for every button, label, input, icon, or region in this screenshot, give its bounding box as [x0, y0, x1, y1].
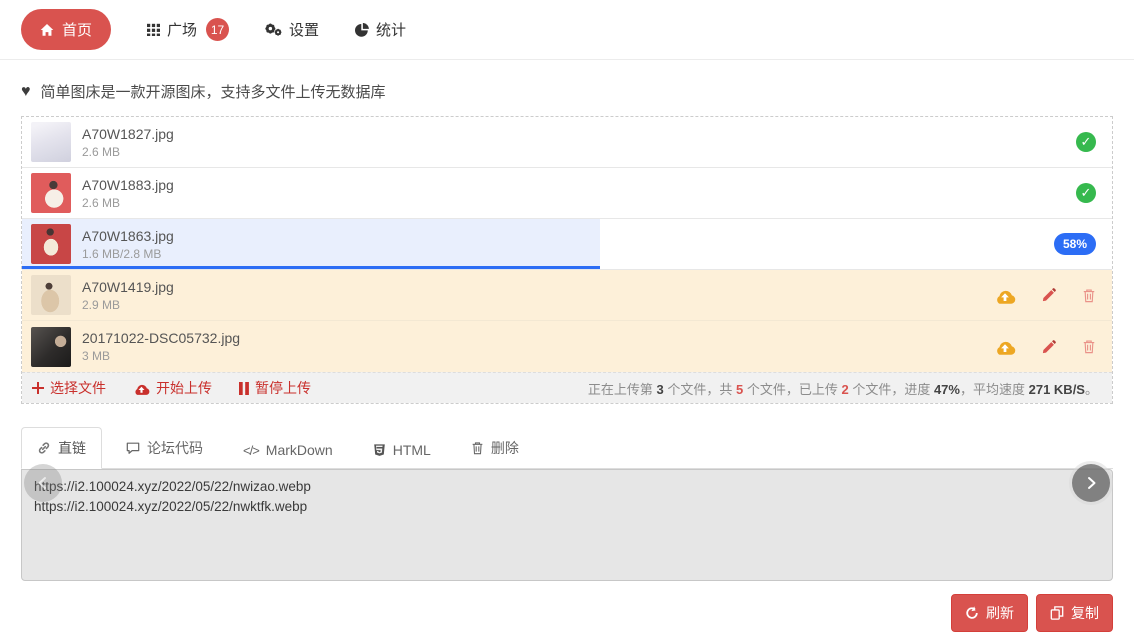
file-size: 2.6 MB: [82, 195, 121, 210]
file-row: A70W1827.jpg 2.6 MB ✓: [22, 117, 1112, 168]
copy-button[interactable]: 复制: [1036, 594, 1113, 632]
tab-forum-code-label: 论坛代码: [147, 440, 203, 456]
upload-panel: A70W1827.jpg 2.6 MB ✓ A70W1883.jpg 2.6 M…: [21, 116, 1113, 404]
nav-home-label: 首页: [62, 22, 93, 39]
file-name: A70W1863.jpg: [82, 227, 174, 244]
pick-files-button[interactable]: 选择文件: [32, 378, 106, 398]
uploader-toolbar: 选择文件 开始上传 暂停上传 正在上传第 3 个文件，共 5 个文件，已上传 2…: [22, 372, 1112, 403]
upload-file-button[interactable]: [994, 338, 1016, 355]
cloud-upload-icon: [994, 338, 1016, 355]
file-size: 1.6 MB/2.8 MB: [82, 246, 162, 261]
pause-icon: [239, 381, 249, 395]
gears-icon: [265, 22, 282, 37]
refresh-button[interactable]: 刷新: [951, 594, 1028, 632]
tab-delete[interactable]: 删除: [455, 427, 535, 469]
uploaded-files-number: 2: [841, 381, 849, 397]
overall-progress: 47%: [933, 381, 960, 397]
output-tabs: 直链 论坛代码 </> MarkDown HTML 删除: [21, 427, 1113, 469]
file-size: 2.6 MB: [82, 144, 121, 159]
pause-upload-label: 暂停上传: [255, 380, 311, 396]
file-thumbnail: [31, 275, 71, 315]
trash-icon: [471, 441, 484, 455]
file-size: 2.9 MB: [82, 297, 121, 312]
plaza-count-badge: 17: [206, 18, 230, 41]
home-icon: [40, 23, 54, 37]
file-thumbnail: [31, 224, 71, 264]
nav-item-stats[interactable]: 统计: [355, 19, 406, 40]
file-thumbnail: [31, 173, 71, 213]
progress-badge: 58%: [1053, 233, 1096, 255]
delete-file-button[interactable]: [1082, 339, 1096, 354]
tab-forum-code[interactable]: 论坛代码: [110, 427, 219, 469]
tab-direct-link-label: 直链: [58, 440, 86, 456]
file-name: A70W1419.jpg: [82, 278, 174, 295]
copy-icon: [1050, 606, 1064, 620]
pencil-icon: [1042, 288, 1056, 302]
tagline-text: 简单图床是一款开源图床，支持多文件上传无数据库: [40, 84, 386, 101]
pick-files-label: 选择文件: [50, 380, 106, 396]
copy-label: 复制: [1071, 605, 1099, 621]
success-check-icon: ✓: [1076, 183, 1096, 203]
nav-item-settings[interactable]: 设置: [265, 19, 319, 40]
link-icon: [37, 441, 51, 455]
heart-icon: ♥: [21, 82, 31, 100]
trash-icon: [1082, 339, 1096, 354]
upload-file-button[interactable]: [994, 287, 1016, 304]
nav-settings-label: 设置: [289, 22, 320, 39]
output-textarea[interactable]: https://i2.100024.xyz/2022/05/22/nwizao.…: [21, 469, 1113, 581]
comment-icon: [126, 441, 140, 455]
file-name: A70W1827.jpg: [82, 125, 174, 142]
pie-chart-icon: [355, 22, 369, 37]
next-arrow-button[interactable]: [1072, 464, 1110, 502]
prev-arrow-button[interactable]: [24, 464, 62, 502]
average-speed: 271 KB/S: [1028, 381, 1085, 397]
refresh-icon: [965, 606, 979, 620]
delete-file-button[interactable]: [1082, 288, 1096, 303]
top-nav: 首页 广场 17 设置 统计: [0, 0, 1134, 60]
tab-markdown-label: MarkDown: [265, 442, 333, 458]
refresh-label: 刷新: [986, 605, 1014, 621]
trash-icon: [1082, 288, 1096, 303]
chevron-right-icon: [1083, 475, 1099, 491]
file-thumbnail: [31, 122, 71, 162]
file-row-queued: 20171022-DSC05732.jpg 3 MB: [22, 321, 1112, 372]
tab-direct-link[interactable]: 直链: [21, 427, 102, 469]
pause-upload-button[interactable]: 暂停上传: [239, 378, 311, 398]
code-icon: </>: [243, 442, 260, 458]
cloud-upload-icon: [133, 382, 150, 395]
output-area: https://i2.100024.xyz/2022/05/22/nwizao.…: [21, 464, 1113, 581]
start-upload-button[interactable]: 开始上传: [133, 378, 212, 398]
plus-icon: [32, 382, 44, 394]
tab-html[interactable]: HTML: [357, 431, 447, 469]
file-name: A70W1883.jpg: [82, 176, 174, 193]
grid-icon: [147, 23, 161, 36]
file-row-queued: A70W1419.jpg 2.9 MB: [22, 270, 1112, 321]
pencil-icon: [1042, 339, 1056, 354]
tab-delete-label: 删除: [490, 440, 519, 456]
edit-file-button[interactable]: [1042, 339, 1056, 354]
html5-icon: [373, 443, 386, 457]
upload-status-text: 正在上传第 3 个文件，共 5 个文件，已上传 2 个文件，进度 47%，平均速…: [587, 381, 1098, 397]
file-thumbnail: [31, 326, 71, 367]
nav-plaza-label: 广场: [167, 22, 198, 39]
success-check-icon: ✓: [1076, 132, 1096, 152]
cloud-upload-icon: [994, 287, 1016, 304]
nav-item-plaza[interactable]: 广场 17: [147, 18, 230, 41]
chevron-left-icon: [35, 475, 51, 491]
file-row: A70W1883.jpg 2.6 MB ✓: [22, 168, 1112, 219]
nav-stats-label: 统计: [376, 22, 407, 39]
tab-markdown[interactable]: </> MarkDown: [227, 431, 349, 469]
bottom-actions: 刷新 复制: [21, 594, 1113, 632]
edit-file-button[interactable]: [1042, 288, 1056, 302]
file-size: 3 MB: [82, 349, 111, 363]
tagline: ♥ 简单图床是一款开源图床，支持多文件上传无数据库: [21, 81, 1113, 102]
file-row-uploading: A70W1863.jpg 1.6 MB/2.8 MB 58%: [22, 219, 1112, 270]
tab-html-label: HTML: [392, 442, 431, 458]
nav-item-home[interactable]: 首页: [21, 9, 112, 50]
file-name: 20171022-DSC05732.jpg: [82, 330, 241, 346]
current-file-number: 3: [656, 381, 664, 397]
start-upload-label: 开始上传: [156, 380, 212, 396]
